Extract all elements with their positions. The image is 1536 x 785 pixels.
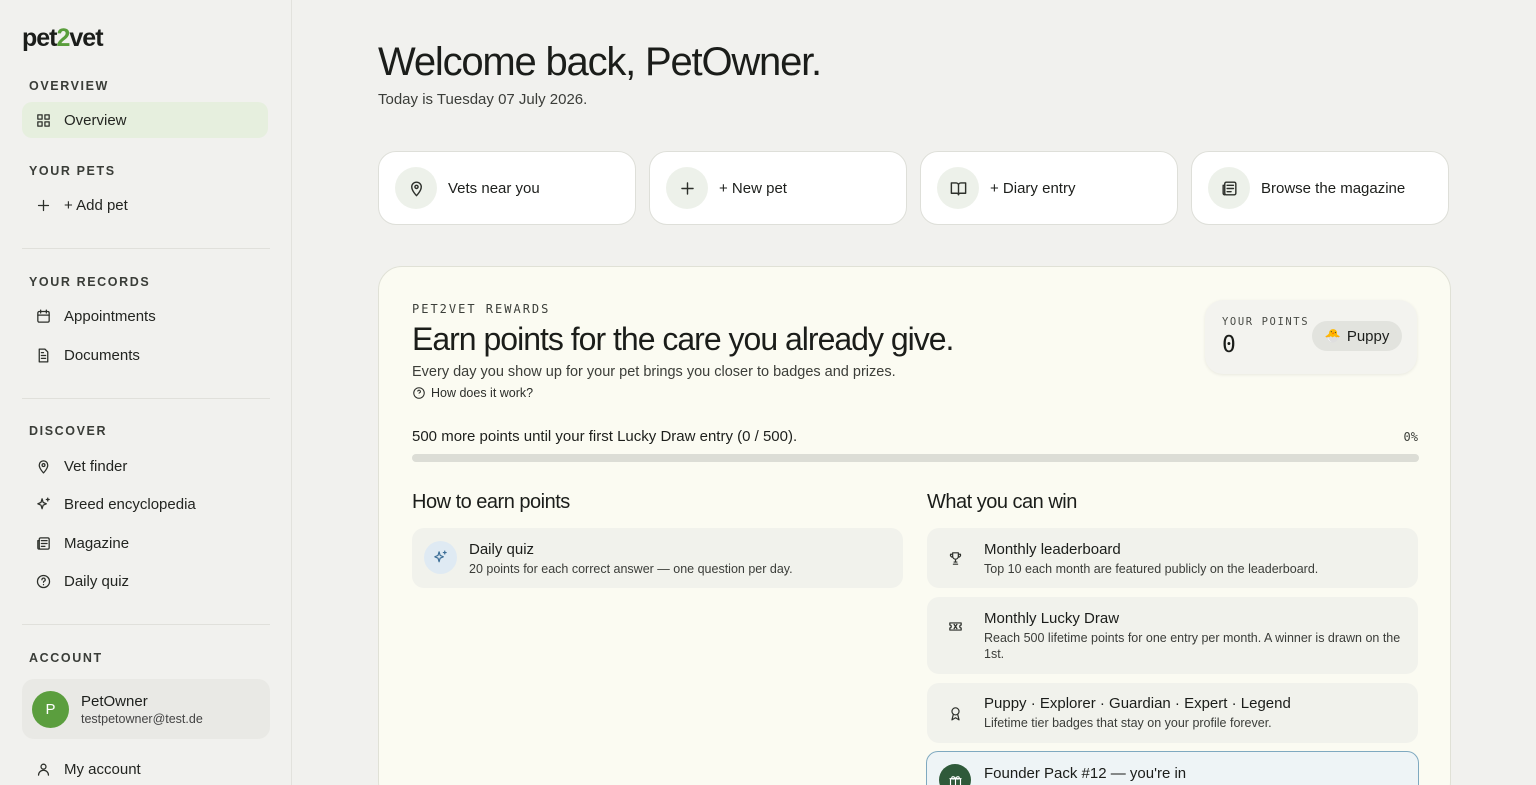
logo[interactable]: pet2vet [22, 24, 104, 53]
sidebar: pet2vet OVERVIEW Overview YOUR PETS + Ad… [0, 0, 292, 785]
divider [22, 248, 270, 249]
earn-points-heading: How to earn points [412, 491, 570, 513]
divider [22, 624, 270, 625]
founder-pack-title: Founder Pack #12 — you're in [984, 765, 1187, 782]
win-item-monthly-leaderboard: Monthly leaderboard Top 10 each month ar… [927, 528, 1418, 588]
quick-action-new-pet[interactable]: + New pet [649, 151, 907, 225]
win-item-desc: Lifetime tier badges that stay on your p… [984, 716, 1272, 730]
account-email: testpetowner@test.de [81, 711, 203, 726]
rewards-panel: PET2VET REWARDS Earn points for the care… [378, 266, 1451, 785]
sidebar-item-label: Overview [64, 111, 127, 129]
question-circle-icon [22, 573, 64, 590]
plus-icon [22, 197, 64, 214]
ticket-icon [945, 616, 965, 636]
sparkle-icon [22, 496, 64, 513]
win-item-desc: Reach 500 lifetime points for one entry … [984, 631, 1401, 661]
page-title: Welcome back, PetOwner. [378, 40, 822, 84]
how-link-label: How does it work? [431, 386, 534, 400]
trophy-icon [945, 548, 965, 568]
quick-action-label: Browse the magazine [1261, 179, 1406, 197]
section-title-account: ACCOUNT [29, 651, 103, 665]
rewards-title: Earn points for the care you already giv… [412, 321, 954, 357]
calendar-icon [22, 308, 64, 325]
book-open-icon [937, 167, 979, 209]
section-title-overview: OVERVIEW [29, 79, 109, 93]
sidebar-item-label: Vet finder [64, 457, 128, 475]
win-item-tier-badges: Puppy · Explorer · Guardian · Expert · L… [927, 683, 1418, 743]
sparkle-icon [424, 541, 457, 574]
quick-action-label: Vets near you [448, 179, 540, 197]
founder-pack-card[interactable]: Founder Pack #12 — you're in [926, 751, 1419, 785]
document-icon [22, 347, 64, 364]
quick-action-label: + Diary entry [990, 179, 1076, 197]
newspaper-icon [22, 535, 64, 552]
sidebar-item-daily-quiz[interactable]: Daily quiz [22, 563, 268, 599]
win-item-title: Monthly Lucky Draw [984, 610, 1120, 627]
how-does-it-work-link[interactable]: How does it work? [412, 386, 533, 400]
grid-icon [22, 112, 64, 129]
account-card[interactable]: P PetOwner testpetowner@test.de [22, 679, 270, 739]
today-date: Today is Tuesday 07 July 2026. [378, 91, 588, 108]
sidebar-item-my-account[interactable]: My account [22, 751, 268, 785]
sidebar-item-label: Documents [64, 346, 140, 364]
sidebar-item-label: Magazine [64, 534, 130, 552]
tier-name: Puppy [1346, 327, 1390, 345]
points-value: 0 [1222, 332, 1236, 358]
account-name: PetOwner [81, 692, 148, 710]
newspaper-icon [1208, 167, 1250, 209]
sidebar-item-breed-encyclopedia[interactable]: Breed encyclopedia [22, 486, 268, 522]
chick-icon: 🐣 [1324, 328, 1341, 343]
sidebar-item-documents[interactable]: Documents [22, 337, 268, 373]
section-title-records: YOUR RECORDS [29, 275, 151, 289]
what-you-can-win-heading: What you can win [927, 491, 1077, 513]
divider [22, 398, 270, 399]
win-item-title: Monthly leaderboard [984, 541, 1121, 558]
quick-action-vets-near-you[interactable]: Vets near you [378, 151, 636, 225]
win-item-desc: Top 10 each month are featured publicly … [984, 562, 1319, 576]
sidebar-item-label: Breed encyclopedia [64, 495, 196, 513]
gift-icon [939, 764, 971, 785]
points-label: YOUR POINTS [1222, 316, 1310, 328]
sidebar-item-vet-finder[interactable]: Vet finder [22, 448, 268, 484]
sidebar-item-label: + Add pet [64, 196, 128, 214]
progress-text: 500 more points until your first Lucky D… [412, 428, 798, 445]
earn-item-daily-quiz[interactable]: Daily quiz 20 points for each correct an… [412, 528, 903, 588]
rewards-kicker: PET2VET REWARDS [412, 302, 551, 316]
progress-percent: 0% [1403, 430, 1418, 444]
sidebar-item-label: Daily quiz [64, 572, 130, 590]
map-pin-icon [22, 458, 64, 475]
earn-item-title: Daily quiz [469, 541, 535, 558]
tier-badge: 🐣 Puppy [1312, 321, 1402, 351]
points-card: YOUR POINTS 0 🐣 Puppy [1205, 300, 1417, 374]
sidebar-item-magazine[interactable]: Magazine [22, 525, 268, 561]
earn-item-desc: 20 points for each correct answer — one … [469, 562, 793, 576]
sidebar-item-label: Appointments [64, 307, 156, 325]
rewards-subtitle: Every day you show up for your pet bring… [412, 364, 896, 380]
quick-action-label: + New pet [719, 179, 787, 197]
sidebar-item-add-pet[interactable]: + Add pet [22, 187, 268, 223]
sidebar-item-appointments[interactable]: Appointments [22, 298, 268, 334]
avatar: P [32, 690, 69, 728]
award-icon [945, 703, 965, 723]
win-item-title: Puppy · Explorer · Guardian · Expert · L… [984, 695, 1291, 712]
quick-action-browse-magazine[interactable]: Browse the magazine [1191, 151, 1449, 225]
sidebar-item-label: My account [64, 760, 141, 778]
sidebar-item-overview[interactable]: Overview [22, 102, 268, 138]
progress-bar [412, 454, 1419, 462]
plus-icon [666, 167, 708, 209]
quick-action-diary-entry[interactable]: + Diary entry [920, 151, 1178, 225]
user-icon [22, 761, 64, 778]
section-title-discover: DISCOVER [29, 424, 108, 438]
map-pin-icon [395, 167, 437, 209]
win-item-lucky-draw: Monthly Lucky Draw Reach 500 lifetime po… [927, 597, 1418, 674]
section-title-pets: YOUR PETS [29, 164, 116, 178]
question-circle-icon [413, 387, 425, 399]
